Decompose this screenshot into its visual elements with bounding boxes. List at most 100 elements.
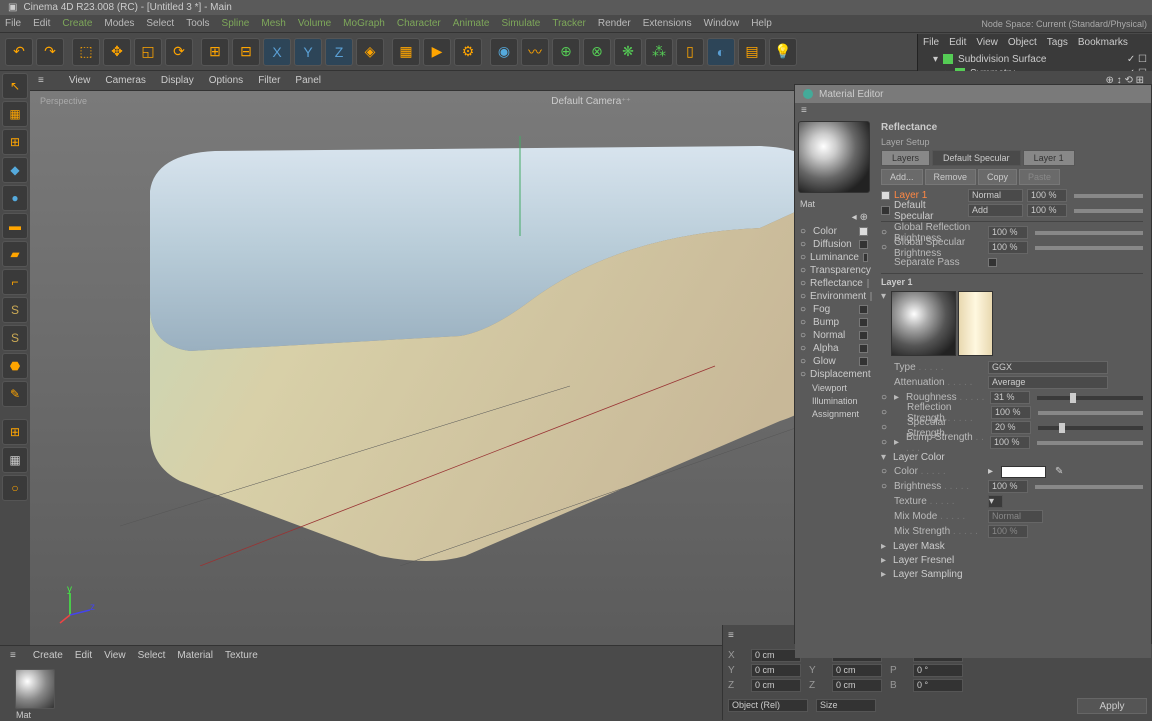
menu-modes[interactable]: Modes xyxy=(104,18,134,29)
mm-material[interactable]: Material xyxy=(177,650,213,661)
texture-mode[interactable]: ⊞ xyxy=(2,129,28,155)
layer1-checkbox[interactable] xyxy=(881,191,890,200)
menu-tracker[interactable]: Tracker xyxy=(552,18,586,29)
rot-p-field[interactable]: 0 ° xyxy=(913,664,963,677)
channel-normal[interactable]: ○Normal xyxy=(800,329,868,342)
me-menu-icon[interactable]: ≡ xyxy=(795,103,1151,118)
menu-animate[interactable]: Animate xyxy=(453,18,490,29)
camera-button[interactable]: ▯ xyxy=(676,38,704,66)
tab-default-spec[interactable]: Default Specular xyxy=(932,150,1021,166)
om-view[interactable]: View xyxy=(976,37,998,52)
deformer-button[interactable]: ⊗ xyxy=(583,38,611,66)
model-mode[interactable]: ▦ xyxy=(2,101,28,127)
scale-tool[interactable]: ◱ xyxy=(134,38,162,66)
vp-cameras[interactable]: Cameras xyxy=(105,75,146,86)
mm-menu-icon[interactable]: ≡ xyxy=(10,650,16,661)
render-button[interactable]: ▶ xyxy=(423,38,451,66)
apply-button[interactable]: Apply xyxy=(1077,698,1147,714)
bulb-icon[interactable]: 💡 xyxy=(769,38,797,66)
coord-size-dropdown[interactable]: Size xyxy=(816,699,876,712)
pos-y-field[interactable]: 0 cm xyxy=(751,664,801,677)
default-spec-checkbox[interactable] xyxy=(881,206,890,215)
channel-diffusion[interactable]: ○Diffusion xyxy=(800,238,868,251)
menu-spline[interactable]: Spline xyxy=(222,18,250,29)
coord-system-button[interactable]: ◈ xyxy=(356,38,384,66)
menu-mograph[interactable]: MoGraph xyxy=(343,18,385,29)
mograph-button[interactable]: ⁂ xyxy=(645,38,673,66)
menu-edit[interactable]: Edit xyxy=(33,18,50,29)
y-axis-button[interactable]: Y xyxy=(294,38,322,66)
me-preview-sphere[interactable] xyxy=(798,121,870,193)
channel-color[interactable]: ○Color xyxy=(800,225,868,238)
menu-create[interactable]: Create xyxy=(62,18,92,29)
tree-expand-icon[interactable]: ▾ xyxy=(933,54,938,65)
move-tool[interactable]: ✥ xyxy=(103,38,131,66)
render-view-button[interactable]: ▦ xyxy=(392,38,420,66)
menu-window[interactable]: Window xyxy=(704,18,740,29)
light-button[interactable]: ◐ xyxy=(707,38,735,66)
add-layer-button[interactable]: Add... xyxy=(881,169,923,185)
paint-mode[interactable]: ✎ xyxy=(2,381,28,407)
vp-filter[interactable]: Filter xyxy=(258,75,280,86)
workplane-mode[interactable]: ◆ xyxy=(2,157,28,183)
undo-button[interactable]: ↶ xyxy=(5,38,33,66)
eyedropper-icon[interactable]: ✎ xyxy=(1055,466,1063,477)
render-settings-button[interactable]: ⚙ xyxy=(454,38,482,66)
vp-menu-icon[interactable]: ≡ xyxy=(38,75,44,86)
workplane-button[interactable]: ⊟ xyxy=(232,38,260,66)
remove-layer-button[interactable]: Remove xyxy=(925,169,977,185)
vp-view[interactable]: View xyxy=(69,75,91,86)
menu-tools[interactable]: Tools xyxy=(186,18,209,29)
workplane-snap[interactable]: ▦ xyxy=(2,447,28,473)
menu-render[interactable]: Render xyxy=(598,18,631,29)
mm-view[interactable]: View xyxy=(104,650,126,661)
layer-color-picker[interactable] xyxy=(1001,466,1046,478)
grid-snap[interactable]: ⊞ xyxy=(2,419,28,445)
mm-create[interactable]: Create xyxy=(33,650,63,661)
vp-panel[interactable]: Panel xyxy=(295,75,321,86)
om-bookmarks[interactable]: Bookmarks xyxy=(1078,37,1128,52)
generator-button[interactable]: ⊕ xyxy=(552,38,580,66)
coord-mode-dropdown[interactable]: Object (Rel) xyxy=(728,699,808,712)
snap-button[interactable]: ⊞ xyxy=(201,38,229,66)
point-mode[interactable]: ● xyxy=(2,185,28,211)
sculpt-mode[interactable]: S xyxy=(2,297,28,323)
material-thumbnail[interactable]: Mat xyxy=(15,669,55,709)
select-tool[interactable]: ⬚ xyxy=(72,38,100,66)
axis-gizmo[interactable]: y z xyxy=(55,585,95,625)
channel-viewport[interactable]: Viewport xyxy=(800,381,868,394)
ring-select[interactable]: ○ xyxy=(2,475,28,501)
menu-extensions[interactable]: Extensions xyxy=(643,18,692,29)
menu-mesh[interactable]: Mesh xyxy=(261,18,285,29)
me-arrow-icon[interactable]: ◂ xyxy=(852,212,857,223)
pos-x-field[interactable]: 0 cm xyxy=(751,649,801,662)
menu-simulate[interactable]: Simulate xyxy=(501,18,540,29)
channel-assignment[interactable]: Assignment xyxy=(800,407,868,420)
primitive-button[interactable]: ◉ xyxy=(490,38,518,66)
layer-item-default[interactable]: Default Specular Add 100 % xyxy=(881,203,1143,218)
channel-glow[interactable]: ○Glow xyxy=(800,355,868,368)
scene-button[interactable]: ▤ xyxy=(738,38,766,66)
expand-preview[interactable]: ▾ xyxy=(881,291,886,356)
vp-display[interactable]: Display xyxy=(161,75,194,86)
channel-luminance[interactable]: ○Luminance xyxy=(800,251,868,264)
size-z-field[interactable]: 0 cm xyxy=(832,679,882,692)
rotate-tool[interactable]: ⟳ xyxy=(165,38,193,66)
om-file[interactable]: File xyxy=(923,37,939,52)
menu-help[interactable]: Help xyxy=(751,18,772,29)
tab-layer1[interactable]: Layer 1 xyxy=(1023,150,1075,166)
z-axis-button[interactable]: Z xyxy=(325,38,353,66)
uv-mode[interactable]: ⌐ xyxy=(2,269,28,295)
field-button[interactable]: ❋ xyxy=(614,38,642,66)
live-select-tool[interactable]: ↖ xyxy=(2,73,28,99)
om-edit[interactable]: Edit xyxy=(949,37,966,52)
copy-layer-button[interactable]: Copy xyxy=(978,169,1017,185)
me-titlebar[interactable]: Material Editor xyxy=(795,85,1151,103)
node-space-label[interactable]: Node Space: Current (Standard/Physical) xyxy=(981,19,1147,29)
channel-bump[interactable]: ○Bump xyxy=(800,316,868,329)
spline-button[interactable]: 〰 xyxy=(521,38,549,66)
menu-select[interactable]: Select xyxy=(146,18,174,29)
rot-b-field[interactable]: 0 ° xyxy=(913,679,963,692)
redo-button[interactable]: ↷ xyxy=(36,38,64,66)
mm-texture[interactable]: Texture xyxy=(225,650,258,661)
